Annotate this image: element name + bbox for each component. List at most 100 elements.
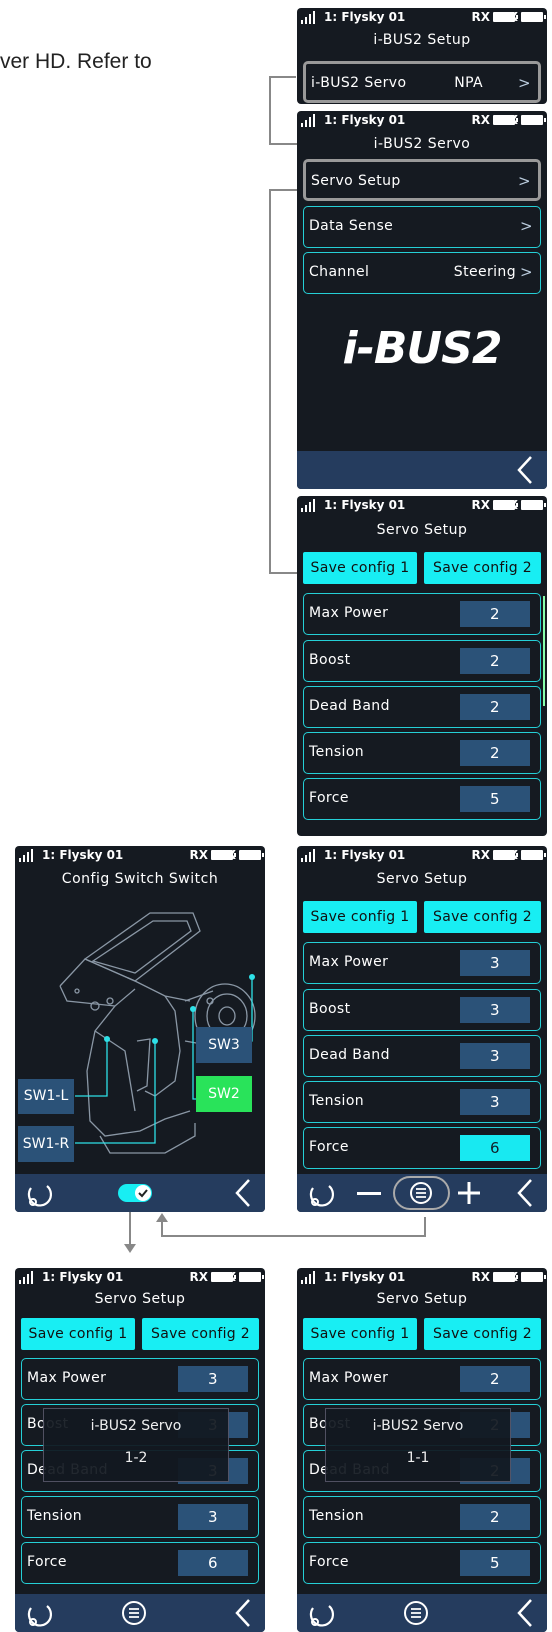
reset-icon[interactable] bbox=[23, 1598, 53, 1628]
param-label: Dead Band bbox=[309, 698, 390, 714]
param-label: Max Power bbox=[309, 605, 389, 621]
screen-ibus2-setup: 1: Flysky 01 RX TX i-BUS2 Setup i-BUS2 S… bbox=[297, 8, 547, 104]
battery-icon bbox=[521, 1272, 546, 1282]
signal-icon bbox=[301, 11, 319, 24]
battery-icon bbox=[521, 850, 546, 860]
toggle-switch[interactable] bbox=[118, 1183, 154, 1203]
param-value[interactable]: 3 bbox=[460, 997, 530, 1023]
save-config-1-button[interactable]: Save config 1 bbox=[303, 552, 417, 584]
battery-icon bbox=[239, 1272, 264, 1282]
switch-sw3[interactable]: SW3 bbox=[196, 1027, 252, 1063]
param-value[interactable]: 2 bbox=[460, 601, 530, 627]
back-icon[interactable] bbox=[233, 1178, 253, 1208]
param-row-max-power[interactable]: Max Power 2 bbox=[303, 1358, 541, 1400]
screen-servo-setup-popup-1-2: 1: Flysky 01 RX TX Servo Setup Save conf… bbox=[15, 1268, 265, 1632]
param-value[interactable]: 3 bbox=[178, 1504, 248, 1530]
param-row-dead-band[interactable]: Dead Band 3 bbox=[303, 1035, 541, 1077]
menu-icon[interactable] bbox=[403, 1600, 429, 1626]
screen-config-switch: 1: Flysky 01 RX TX Config Switch Switch bbox=[15, 846, 265, 1212]
bottom-bar bbox=[297, 1594, 547, 1632]
screen-servo-setup-edit: 1: Flysky 01 RX TX Servo Setup Save conf… bbox=[297, 846, 547, 1212]
save-config-1-button[interactable]: Save config 1 bbox=[21, 1318, 135, 1350]
param-label: Boost bbox=[309, 652, 351, 668]
param-row-tension[interactable]: Tension 2 bbox=[303, 1496, 541, 1538]
param-row-force[interactable]: Force 6 bbox=[21, 1542, 259, 1584]
minus-icon[interactable] bbox=[357, 1192, 381, 1196]
save-config-2-button[interactable]: Save config 2 bbox=[424, 552, 541, 584]
menu-icon[interactable] bbox=[393, 1176, 451, 1210]
menu-item-channel[interactable]: Channel Steering > bbox=[303, 252, 541, 294]
param-value[interactable]: 3 bbox=[460, 1089, 530, 1115]
param-row-force[interactable]: Force 6 bbox=[303, 1127, 541, 1169]
config-popup: i-BUS2 Servo 1-2 bbox=[43, 1408, 229, 1482]
status-bar: 1: Flysky 01 RX TX bbox=[297, 496, 547, 515]
param-value[interactable]: 3 bbox=[460, 1043, 530, 1069]
param-value[interactable]: 5 bbox=[460, 786, 530, 812]
param-label: Dead Band bbox=[309, 1047, 390, 1063]
screen-ibus2-servo: 1: Flysky 01 RX TX i-BUS2 Servo Servo Se… bbox=[297, 111, 547, 489]
param-row-dead-band[interactable]: Dead Band 2 bbox=[303, 686, 541, 728]
battery-icon bbox=[521, 500, 546, 510]
signal-icon bbox=[19, 1271, 37, 1284]
save-config-1-button[interactable]: Save config 1 bbox=[303, 901, 417, 933]
reset-icon[interactable] bbox=[305, 1178, 335, 1208]
param-value[interactable]: 2 bbox=[460, 648, 530, 674]
page-title: i-BUS2 Servo bbox=[373, 136, 471, 152]
plus-icon[interactable] bbox=[457, 1181, 481, 1205]
param-row-tension[interactable]: Tension 3 bbox=[303, 1081, 541, 1123]
param-value[interactable]: 3 bbox=[460, 950, 530, 976]
param-row-boost[interactable]: Boost 2 bbox=[303, 640, 541, 682]
param-label: Tension bbox=[309, 1093, 365, 1109]
param-value[interactable]: 3 bbox=[178, 1366, 248, 1392]
save-config-1-button[interactable]: Save config 1 bbox=[303, 1318, 417, 1350]
save-config-2-button[interactable]: Save config 2 bbox=[424, 1318, 541, 1350]
rx-label: RX bbox=[471, 498, 491, 512]
save-config-2-button[interactable]: Save config 2 bbox=[142, 1318, 259, 1350]
param-label: Max Power bbox=[309, 1370, 389, 1386]
tx-label: TX bbox=[218, 848, 236, 862]
scrollbar[interactable] bbox=[543, 596, 545, 706]
rx-label: RX bbox=[471, 113, 491, 127]
chevron-right-icon: > bbox=[520, 217, 533, 235]
back-icon[interactable] bbox=[233, 1598, 253, 1628]
back-icon[interactable] bbox=[515, 1178, 535, 1208]
ibus2-servo-row[interactable]: i-BUS2 Servo NPA > bbox=[303, 61, 541, 103]
row-value: NPA bbox=[454, 75, 483, 91]
menu-icon[interactable] bbox=[121, 1600, 147, 1626]
param-row-boost[interactable]: Boost 3 bbox=[303, 989, 541, 1031]
param-row-max-power[interactable]: Max Power 3 bbox=[21, 1358, 259, 1400]
param-value[interactable]: 5 bbox=[460, 1550, 530, 1576]
param-row-max-power[interactable]: Max Power 3 bbox=[303, 942, 541, 984]
param-value[interactable]: 2 bbox=[460, 1504, 530, 1530]
param-value[interactable]: 2 bbox=[460, 740, 530, 766]
param-row-tension[interactable]: Tension 3 bbox=[21, 1496, 259, 1538]
status-bar: 1: Flysky 01 RX TX bbox=[15, 1268, 265, 1287]
param-row-tension[interactable]: Tension 2 bbox=[303, 732, 541, 774]
param-value[interactable]: 2 bbox=[460, 1366, 530, 1392]
battery-icon bbox=[521, 12, 546, 22]
tx-battery: TX bbox=[501, 10, 546, 24]
reset-icon[interactable] bbox=[23, 1178, 53, 1208]
tx-label: TX bbox=[500, 113, 518, 127]
bottom-bar bbox=[297, 1174, 547, 1212]
param-label: Max Power bbox=[27, 1370, 107, 1386]
param-row-force[interactable]: Force 5 bbox=[303, 778, 541, 820]
page-title: i-BUS2 Setup bbox=[373, 32, 471, 48]
param-value[interactable]: 2 bbox=[460, 694, 530, 720]
param-row-max-power[interactable]: Max Power 2 bbox=[303, 593, 541, 635]
save-config-2-button[interactable]: Save config 2 bbox=[424, 901, 541, 933]
back-icon[interactable] bbox=[515, 1598, 535, 1628]
switch-sw1-l[interactable]: SW1-L bbox=[18, 1079, 74, 1114]
back-icon[interactable] bbox=[515, 455, 535, 485]
param-row-force[interactable]: Force 5 bbox=[303, 1542, 541, 1584]
menu-item-data-sense[interactable]: Data Sense > bbox=[303, 206, 541, 248]
reset-icon[interactable] bbox=[305, 1598, 335, 1628]
tx-label: TX bbox=[500, 848, 518, 862]
param-value[interactable]: 6 bbox=[178, 1550, 248, 1576]
chevron-right-icon: > bbox=[518, 74, 531, 92]
param-value-selected[interactable]: 6 bbox=[460, 1135, 530, 1161]
menu-item-servo-setup[interactable]: Servo Setup > bbox=[303, 159, 541, 201]
switch-sw2[interactable]: SW2 bbox=[196, 1076, 252, 1112]
param-label: Boost bbox=[309, 1001, 351, 1017]
switch-sw1-r[interactable]: SW1-R bbox=[18, 1126, 74, 1162]
